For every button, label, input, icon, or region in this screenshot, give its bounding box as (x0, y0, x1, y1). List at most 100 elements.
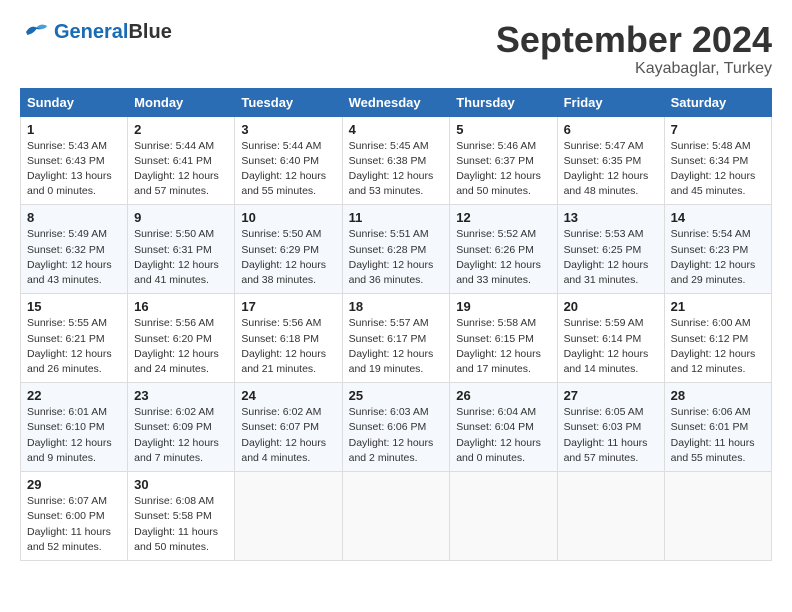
calendar-table: SundayMondayTuesdayWednesdayThursdayFrid… (20, 88, 772, 561)
day-number: 18 (349, 299, 444, 314)
day-info: Sunrise: 5:57 AMSunset: 6:17 PMDaylight:… (349, 316, 444, 377)
calendar-cell: 5Sunrise: 5:46 AMSunset: 6:37 PMDaylight… (450, 116, 557, 205)
logo-general: General (54, 21, 128, 43)
calendar-cell (664, 472, 771, 561)
day-number: 26 (456, 388, 550, 403)
day-number: 14 (671, 210, 765, 225)
day-info: Sunrise: 5:52 AMSunset: 6:26 PMDaylight:… (456, 227, 550, 288)
calendar-header-friday: Friday (557, 88, 664, 116)
day-info: Sunrise: 6:01 AMSunset: 6:10 PMDaylight:… (27, 405, 121, 466)
calendar-cell: 18 Sunrise: 5:57 AMSunset: 6:17 PMDayligh… (342, 294, 450, 383)
calendar-cell: 23 Sunrise: 6:02 AMSunset: 6:09 PMDayligh… (128, 383, 235, 472)
day-info: Sunrise: 5:48 AMSunset: 6:34 PMDaylight:… (671, 139, 765, 200)
day-number: 17 (241, 299, 335, 314)
calendar-week-row: 15 Sunrise: 5:55 AMSunset: 6:21 PMDayligh… (21, 294, 772, 383)
day-number: 30 (134, 477, 228, 492)
calendar-cell: 3 Sunrise: 5:44 AMSunset: 6:40 PMDaylight… (235, 116, 342, 205)
day-number: 29 (27, 477, 121, 492)
day-number: 20 (564, 299, 658, 314)
calendar-week-row: 22 Sunrise: 6:01 AMSunset: 6:10 PMDayligh… (21, 383, 772, 472)
day-info: Sunrise: 5:45 AMSunset: 6:38 PMDaylight:… (349, 139, 444, 200)
calendar-cell (557, 472, 664, 561)
day-info: Sunrise: 6:02 AMSunset: 6:07 PMDaylight:… (241, 405, 335, 466)
calendar-cell: 15 Sunrise: 5:55 AMSunset: 6:21 PMDayligh… (21, 294, 128, 383)
logo-blue: Blue (128, 21, 171, 43)
calendar-cell: 9Sunrise: 5:50 AMSunset: 6:31 PMDaylight… (128, 205, 235, 294)
day-number: 2 (134, 122, 228, 137)
logo: GeneralBlue (20, 20, 172, 44)
day-number: 10 (241, 210, 335, 225)
page-header: GeneralBlue September 2024 Kayabaglar, T… (20, 20, 772, 78)
calendar-cell: 4 Sunrise: 5:45 AMSunset: 6:38 PMDaylight… (342, 116, 450, 205)
day-info: Sunrise: 5:50 AMSunset: 6:29 PMDaylight:… (241, 227, 335, 288)
calendar-cell: 21 Sunrise: 6:00 AMSunset: 6:12 PMDayligh… (664, 294, 771, 383)
day-number: 7 (671, 122, 765, 137)
day-info: Sunrise: 6:03 AMSunset: 6:06 PMDaylight:… (349, 405, 444, 466)
day-info: Sunrise: 6:06 AMSunset: 6:01 PMDaylight:… (671, 405, 765, 466)
calendar-header-row: SundayMondayTuesdayWednesdayThursdayFrid… (21, 88, 772, 116)
location: Kayabaglar, Turkey (496, 60, 772, 78)
calendar-header-monday: Monday (128, 88, 235, 116)
day-number: 25 (349, 388, 444, 403)
day-number: 23 (134, 388, 228, 403)
day-info: Sunrise: 5:49 AMSunset: 6:32 PMDaylight:… (27, 227, 121, 288)
day-info: Sunrise: 6:07 AMSunset: 6:00 PMDaylight:… (27, 494, 121, 555)
day-info: Sunrise: 5:59 AMSunset: 6:14 PMDaylight:… (564, 316, 658, 377)
calendar-cell: 27 Sunrise: 6:05 AMSunset: 6:03 PMDayligh… (557, 383, 664, 472)
day-info: Sunrise: 5:50 AMSunset: 6:31 PMDaylight:… (134, 227, 228, 288)
day-number: 6 (564, 122, 658, 137)
calendar-cell: 12Sunrise: 5:52 AMSunset: 6:26 PMDayligh… (450, 205, 557, 294)
day-number: 13 (564, 210, 658, 225)
day-info: Sunrise: 6:00 AMSunset: 6:12 PMDaylight:… (671, 316, 765, 377)
calendar-cell: 17 Sunrise: 5:56 AMSunset: 6:18 PMDayligh… (235, 294, 342, 383)
day-info: Sunrise: 5:56 AMSunset: 6:18 PMDaylight:… (241, 316, 335, 377)
calendar-week-row: 8 Sunrise: 5:49 AMSunset: 6:32 PMDaylight… (21, 205, 772, 294)
day-info: Sunrise: 5:58 AMSunset: 6:15 PMDaylight:… (456, 316, 550, 377)
calendar-header-wednesday: Wednesday (342, 88, 450, 116)
calendar-cell: 13 Sunrise: 5:53 AMSunset: 6:25 PMDayligh… (557, 205, 664, 294)
calendar-cell: 6 Sunrise: 5:47 AMSunset: 6:35 PMDaylight… (557, 116, 664, 205)
calendar-week-row: 1Sunrise: 5:43 AMSunset: 6:43 PMDaylight… (21, 116, 772, 205)
calendar-cell: 19Sunrise: 5:58 AMSunset: 6:15 PMDayligh… (450, 294, 557, 383)
day-info: Sunrise: 6:04 AMSunset: 6:04 PMDaylight:… (456, 405, 550, 466)
calendar-cell: 1Sunrise: 5:43 AMSunset: 6:43 PMDaylight… (21, 116, 128, 205)
day-number: 4 (349, 122, 444, 137)
day-info: Sunrise: 5:44 AMSunset: 6:41 PMDaylight:… (134, 139, 228, 200)
day-number: 21 (671, 299, 765, 314)
calendar-week-row: 29 Sunrise: 6:07 AMSunset: 6:00 PMDayligh… (21, 472, 772, 561)
day-number: 1 (27, 122, 121, 137)
calendar-cell: 16 Sunrise: 5:56 AMSunset: 6:20 PMDayligh… (128, 294, 235, 383)
calendar-cell: 11Sunrise: 5:51 AMSunset: 6:28 PMDayligh… (342, 205, 450, 294)
calendar-cell: 2 Sunrise: 5:44 AMSunset: 6:41 PMDaylight… (128, 116, 235, 205)
day-info: Sunrise: 5:55 AMSunset: 6:21 PMDaylight:… (27, 316, 121, 377)
day-info: Sunrise: 5:47 AMSunset: 6:35 PMDaylight:… (564, 139, 658, 200)
day-info: Sunrise: 5:44 AMSunset: 6:40 PMDaylight:… (241, 139, 335, 200)
day-number: 3 (241, 122, 335, 137)
calendar-cell: 28 Sunrise: 6:06 AMSunset: 6:01 PMDayligh… (664, 383, 771, 472)
title-block: September 2024 Kayabaglar, Turkey (496, 20, 772, 78)
calendar-header-thursday: Thursday (450, 88, 557, 116)
day-info: Sunrise: 6:05 AMSunset: 6:03 PMDaylight:… (564, 405, 658, 466)
day-number: 16 (134, 299, 228, 314)
day-number: 5 (456, 122, 550, 137)
calendar-cell (342, 472, 450, 561)
day-info: Sunrise: 6:02 AMSunset: 6:09 PMDaylight:… (134, 405, 228, 466)
day-number: 15 (27, 299, 121, 314)
day-number: 24 (241, 388, 335, 403)
day-info: Sunrise: 6:08 AMSunset: 5:58 PMDaylight:… (134, 494, 228, 555)
day-info: Sunrise: 5:56 AMSunset: 6:20 PMDaylight:… (134, 316, 228, 377)
calendar-cell: 29 Sunrise: 6:07 AMSunset: 6:00 PMDayligh… (21, 472, 128, 561)
day-info: Sunrise: 5:53 AMSunset: 6:25 PMDaylight:… (564, 227, 658, 288)
day-info: Sunrise: 5:51 AMSunset: 6:28 PMDaylight:… (349, 227, 444, 288)
logo-icon (20, 20, 50, 44)
calendar-header-saturday: Saturday (664, 88, 771, 116)
calendar-cell: 14Sunrise: 5:54 AMSunset: 6:23 PMDayligh… (664, 205, 771, 294)
month-title: September 2024 (496, 20, 772, 60)
day-number: 22 (27, 388, 121, 403)
calendar-cell: 30 Sunrise: 6:08 AMSunset: 5:58 PMDayligh… (128, 472, 235, 561)
day-number: 28 (671, 388, 765, 403)
day-number: 8 (27, 210, 121, 225)
day-number: 27 (564, 388, 658, 403)
calendar-cell: 7 Sunrise: 5:48 AMSunset: 6:34 PMDaylight… (664, 116, 771, 205)
calendar-cell (235, 472, 342, 561)
